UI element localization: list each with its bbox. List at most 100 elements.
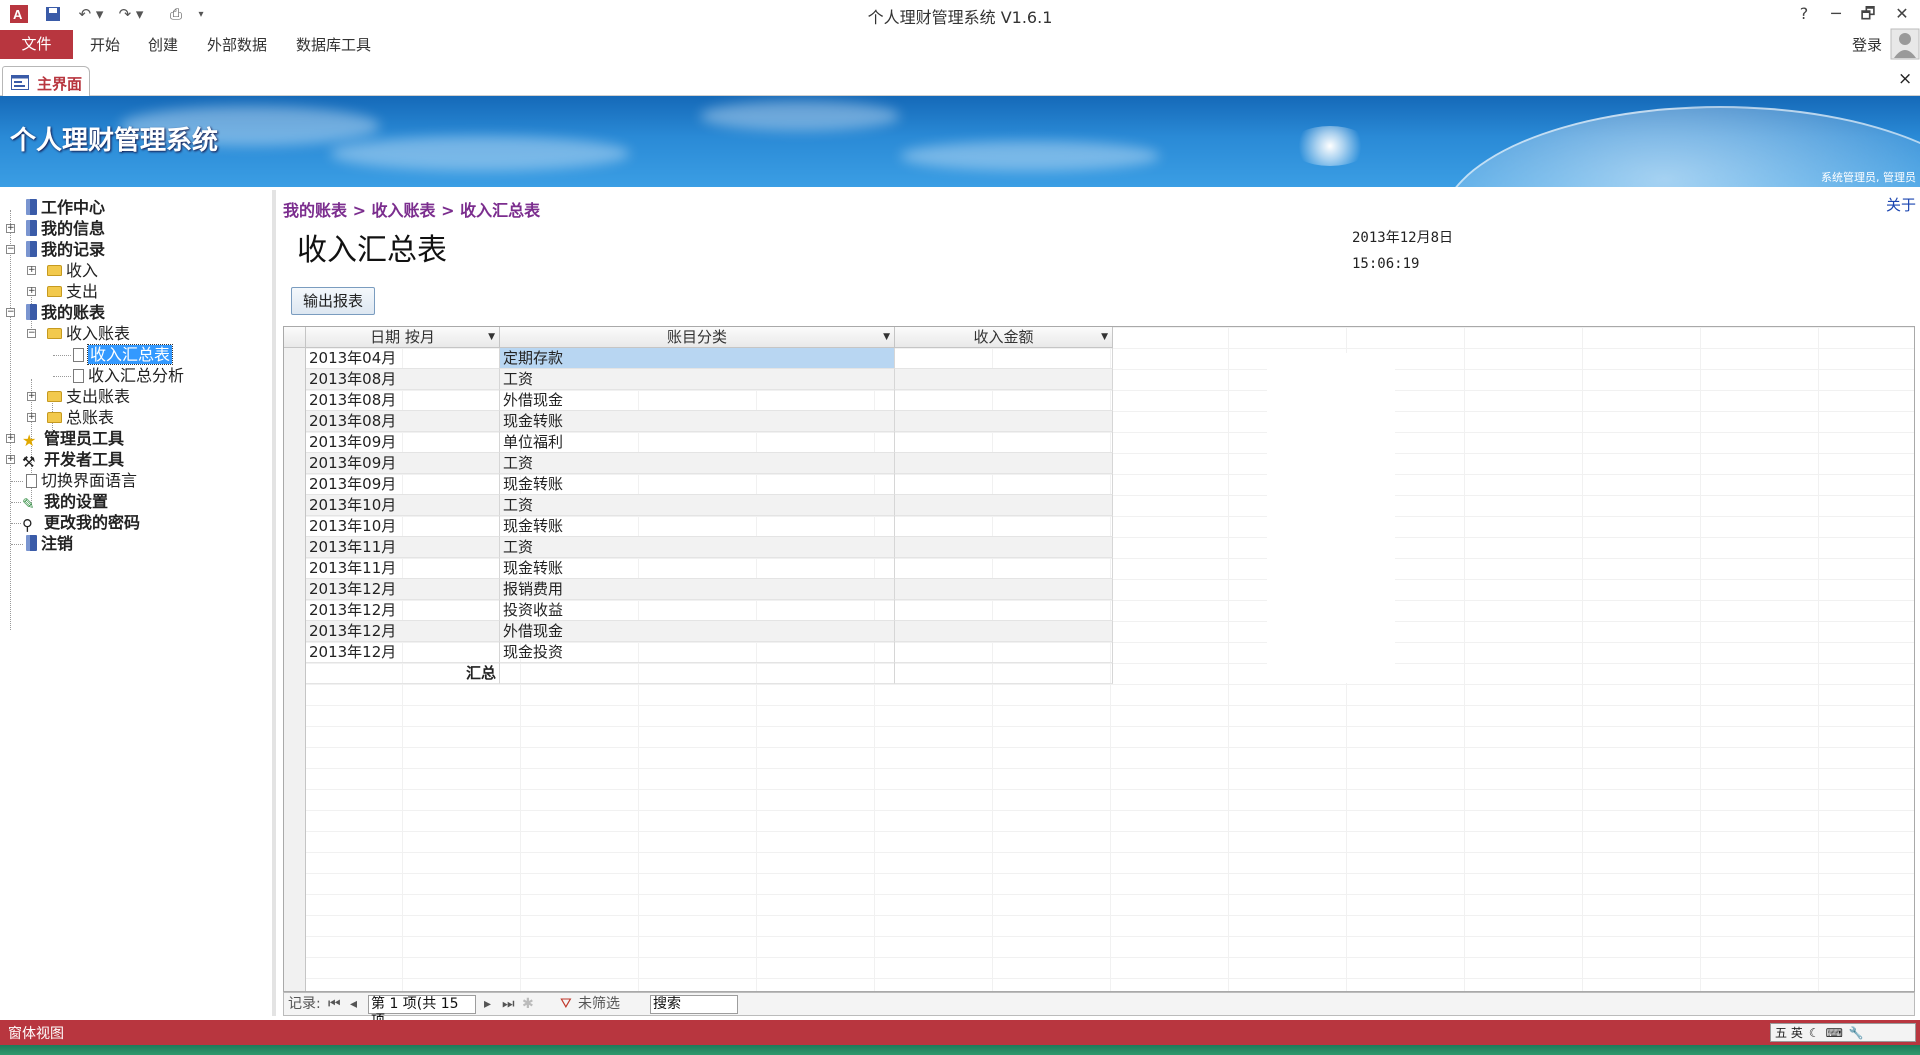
cell-date[interactable]: 2013年08月 bbox=[306, 411, 500, 432]
cell-amount[interactable] bbox=[895, 558, 1113, 579]
tree-item-my-records[interactable]: 我的记录 bbox=[26, 239, 105, 261]
expand-icon[interactable]: + bbox=[27, 392, 36, 401]
cell-category[interactable]: 现金转账 bbox=[500, 516, 895, 537]
table-row[interactable]: 2013年09月 现金转账 bbox=[306, 474, 1194, 495]
about-link[interactable]: 关于 bbox=[1886, 194, 1916, 215]
cell-date[interactable]: 2013年12月 bbox=[306, 642, 500, 663]
table-row[interactable]: 2013年09月 单位福利 bbox=[306, 432, 1194, 453]
cell-date[interactable]: 2013年09月 bbox=[306, 432, 500, 453]
expand-icon[interactable]: + bbox=[6, 455, 15, 464]
cell-amount[interactable] bbox=[895, 516, 1113, 537]
cell-category[interactable]: 外借现金 bbox=[500, 390, 895, 411]
expand-icon[interactable]: + bbox=[6, 224, 15, 233]
tree-item-expense-ledger[interactable]: 支出账表 bbox=[47, 386, 130, 408]
table-row[interactable]: 2013年12月 报销费用 bbox=[306, 579, 1194, 600]
previous-record-icon[interactable]: ◂ bbox=[350, 995, 357, 1014]
table-row[interactable]: 2013年10月 工资 bbox=[306, 495, 1194, 516]
cell-date[interactable]: 2013年08月 bbox=[306, 369, 500, 390]
cell-amount[interactable] bbox=[895, 579, 1113, 600]
table-row[interactable]: 2013年08月 工资 bbox=[306, 369, 1194, 390]
cell-category[interactable]: 定期存款 bbox=[500, 348, 895, 369]
cell-amount[interactable] bbox=[895, 390, 1113, 411]
cell-date[interactable]: 2013年11月 bbox=[306, 537, 500, 558]
tree-item-work-center[interactable]: 工作中心 bbox=[26, 197, 105, 219]
cell-date[interactable]: 2013年10月 bbox=[306, 516, 500, 537]
new-record-icon[interactable]: ✱ bbox=[522, 995, 534, 1014]
cell-date[interactable]: 2013年11月 bbox=[306, 558, 500, 579]
cell-amount[interactable] bbox=[895, 369, 1113, 390]
tree-item-developer-tools[interactable]: ⚒ 开发者工具 bbox=[22, 449, 124, 471]
table-row[interactable]: 2013年04月 定期存款 bbox=[306, 348, 1194, 369]
cell-category[interactable]: 工资 bbox=[500, 495, 895, 516]
help-button[interactable]: ? bbox=[1788, 2, 1820, 26]
select-all-corner[interactable] bbox=[284, 327, 306, 348]
table-row[interactable]: 2013年09月 工资 bbox=[306, 453, 1194, 474]
tree-item-income-summary[interactable]: 收入汇总表 bbox=[73, 344, 174, 366]
cell-category[interactable]: 现金转账 bbox=[500, 558, 895, 579]
next-record-icon[interactable]: ▸ bbox=[484, 995, 491, 1014]
expand-icon[interactable]: + bbox=[27, 266, 36, 275]
cell-category[interactable]: 工资 bbox=[500, 453, 895, 474]
cell-amount[interactable] bbox=[895, 432, 1113, 453]
collapse-icon[interactable]: − bbox=[6, 245, 15, 254]
ime-toolbar[interactable]: 五 英 ☾ ⌨ 🔧 bbox=[1770, 1023, 1916, 1042]
table-row[interactable]: 2013年11月 工资 bbox=[306, 537, 1194, 558]
cell-amount[interactable] bbox=[895, 474, 1113, 495]
tab-home[interactable]: 开始 bbox=[90, 32, 120, 58]
cell-amount[interactable] bbox=[895, 411, 1113, 432]
table-row[interactable]: 2013年08月 外借现金 bbox=[306, 390, 1194, 411]
export-report-button[interactable]: 输出报表 bbox=[291, 287, 375, 315]
tab-main-form[interactable]: 主界面 bbox=[2, 66, 90, 97]
tab-external-data[interactable]: 外部数据 bbox=[207, 32, 267, 58]
expand-icon[interactable]: + bbox=[27, 413, 36, 422]
table-row[interactable]: 2013年12月 投资收益 bbox=[306, 600, 1194, 621]
tree-item-my-ledgers[interactable]: 我的账表 bbox=[26, 302, 105, 324]
cell-amount[interactable] bbox=[895, 348, 1113, 369]
cell-date[interactable]: 2013年12月 bbox=[306, 600, 500, 621]
table-row[interactable]: 2013年12月 现金投资 bbox=[306, 642, 1194, 663]
cell-amount[interactable] bbox=[895, 453, 1113, 474]
cell-category[interactable]: 投资收益 bbox=[500, 600, 895, 621]
column-header-category[interactable]: 账目分类 ▼ bbox=[500, 327, 895, 348]
login-link[interactable]: 登录 bbox=[1852, 32, 1882, 58]
cell-category[interactable]: 工资 bbox=[500, 537, 895, 558]
cell-date[interactable]: 2013年12月 bbox=[306, 621, 500, 642]
tab-create[interactable]: 创建 bbox=[148, 32, 178, 58]
filter-status[interactable]: 未筛选 bbox=[578, 995, 620, 1014]
current-record-field[interactable]: 第 1 项(共 15 项 bbox=[368, 995, 476, 1029]
table-row[interactable]: 2013年12月 外借现金 bbox=[306, 621, 1194, 642]
restore-button[interactable]: 🗗 bbox=[1852, 2, 1884, 26]
tab-database-tools[interactable]: 数据库工具 bbox=[296, 32, 371, 58]
cell-amount[interactable] bbox=[895, 537, 1113, 558]
tree-item-logout[interactable]: 注销 bbox=[26, 533, 73, 555]
cell-amount[interactable] bbox=[895, 495, 1113, 516]
tree-item-admin-tools[interactable]: ★ 管理员工具 bbox=[22, 428, 124, 450]
dropdown-arrow-icon[interactable]: ▼ bbox=[1101, 327, 1108, 347]
first-record-icon[interactable]: ⏮ bbox=[328, 995, 341, 1014]
tree-item-my-settings[interactable]: ✎ 我的设置 bbox=[22, 491, 108, 513]
cell-date[interactable]: 2013年08月 bbox=[306, 390, 500, 411]
cell-date[interactable]: 2013年09月 bbox=[306, 474, 500, 495]
tree-item-income-ledger[interactable]: 收入账表 bbox=[47, 323, 130, 345]
cell-date[interactable]: 2013年09月 bbox=[306, 453, 500, 474]
cell-category[interactable]: 现金转账 bbox=[500, 474, 895, 495]
table-row[interactable]: 2013年11月 现金转账 bbox=[306, 558, 1194, 579]
tree-item-income-analysis[interactable]: 收入汇总分析 bbox=[73, 365, 184, 387]
user-avatar-icon[interactable] bbox=[1890, 28, 1920, 60]
cell-category[interactable]: 外借现金 bbox=[500, 621, 895, 642]
cell-date[interactable]: 2013年12月 bbox=[306, 579, 500, 600]
close-window-button[interactable]: ✕ bbox=[1886, 2, 1918, 26]
tree-item-change-password[interactable]: ⚲ 更改我的密码 bbox=[22, 512, 140, 534]
cell-category[interactable]: 单位福利 bbox=[500, 432, 895, 453]
search-input[interactable]: 搜索 bbox=[650, 995, 738, 1014]
expand-icon[interactable]: + bbox=[27, 287, 36, 296]
cell-category[interactable]: 现金转账 bbox=[500, 411, 895, 432]
tree-item-income[interactable]: 收入 bbox=[47, 260, 98, 282]
cell-amount[interactable] bbox=[895, 600, 1113, 621]
tree-item-expense[interactable]: 支出 bbox=[47, 281, 98, 303]
close-tab-button[interactable]: × bbox=[1898, 69, 1912, 89]
cell-category[interactable]: 工资 bbox=[500, 369, 895, 390]
cell-amount[interactable] bbox=[895, 642, 1113, 663]
cell-date[interactable]: 2013年04月 bbox=[306, 348, 500, 369]
cell-category[interactable]: 现金投资 bbox=[500, 642, 895, 663]
